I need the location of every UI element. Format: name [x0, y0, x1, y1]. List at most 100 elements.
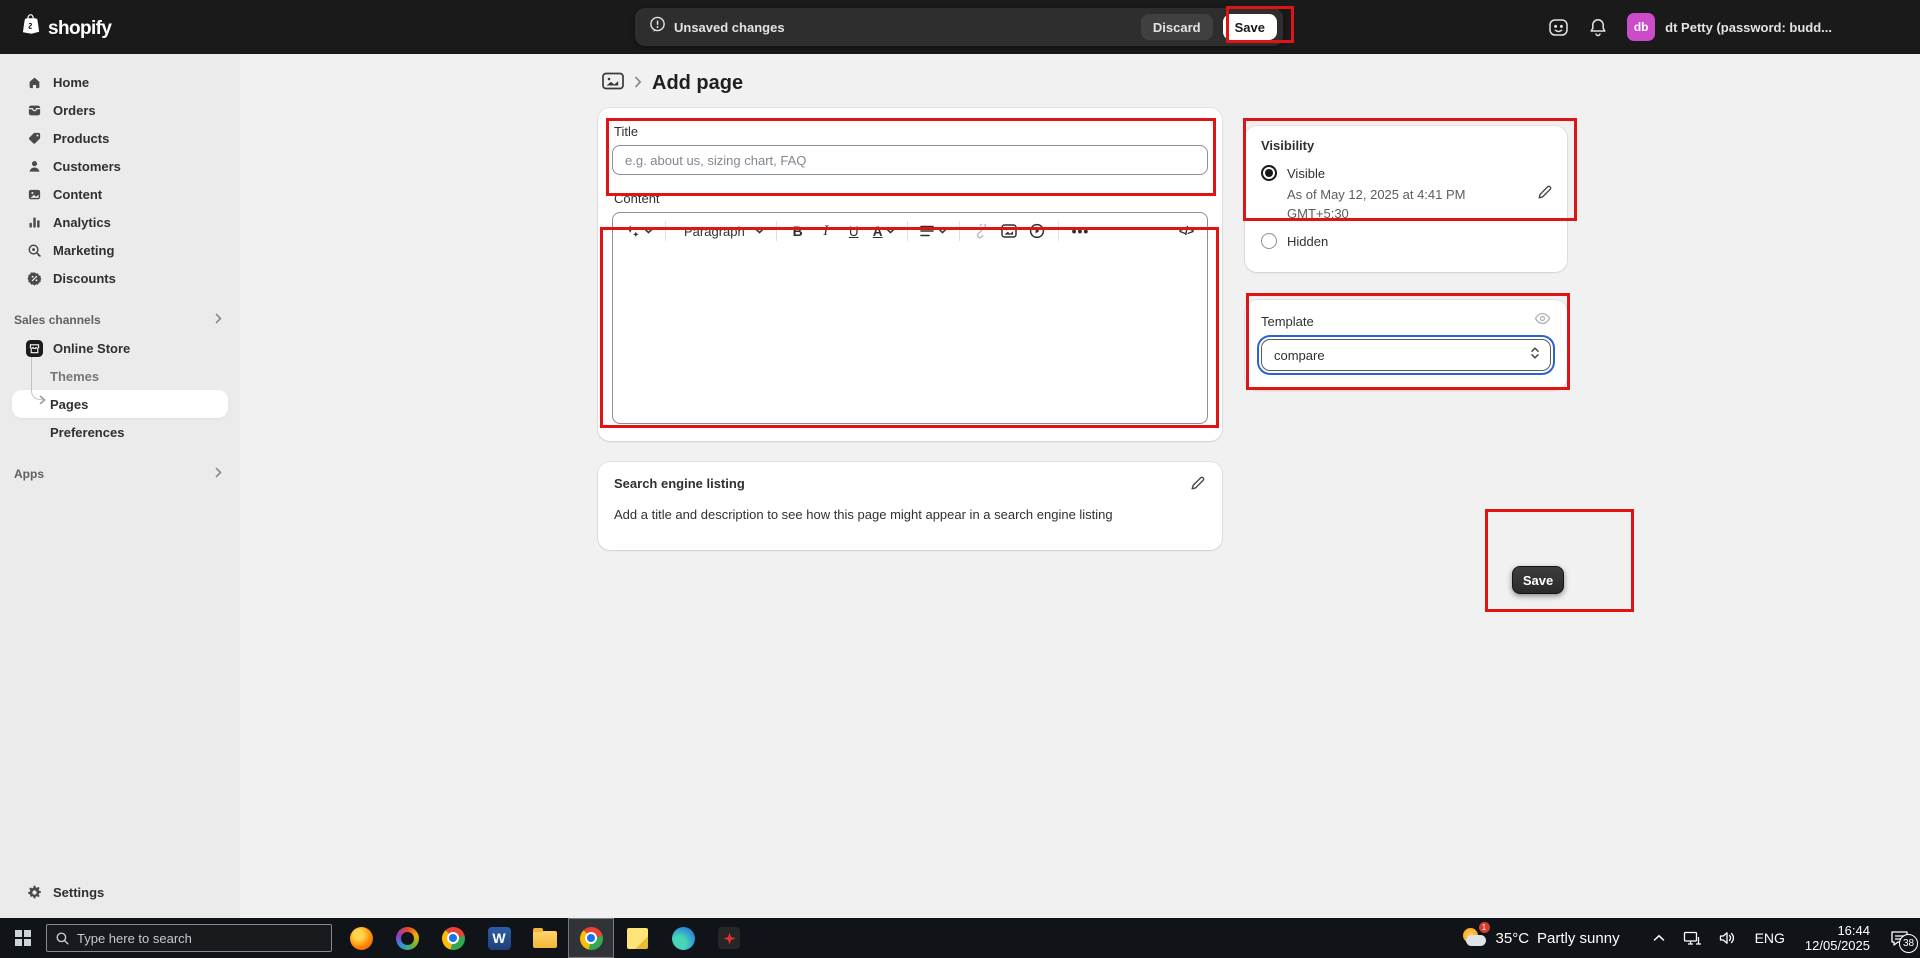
- sales-channels-header[interactable]: Sales channels: [12, 306, 228, 334]
- template-heading: Template: [1261, 314, 1534, 329]
- shopify-logo[interactable]: shopify: [18, 13, 111, 44]
- toolbar-divider: [776, 221, 777, 241]
- sidebar-item-themes[interactable]: Themes: [12, 362, 228, 390]
- breadcrumb: Add page: [602, 72, 743, 95]
- network-icon[interactable]: [1683, 931, 1701, 946]
- floating-save-button[interactable]: Save: [1512, 566, 1564, 594]
- toolbar-divider: [665, 221, 666, 241]
- sidebar-item-pages[interactable]: Pages: [12, 390, 228, 418]
- language-indicator[interactable]: ENG: [1755, 930, 1785, 946]
- user-name[interactable]: dt Petty (password: budd...: [1665, 20, 1832, 35]
- chevron-down-icon: [644, 228, 653, 234]
- template-selected-value: compare: [1274, 348, 1530, 363]
- seo-description: Add a title and description to see how t…: [614, 507, 1206, 522]
- visible-radio-row[interactable]: Visible: [1261, 165, 1551, 181]
- underline-button[interactable]: U: [841, 218, 867, 244]
- bold-button[interactable]: B: [785, 218, 811, 244]
- schedule-date: As of May 12, 2025 at 4:41 PM: [1287, 185, 1497, 204]
- avatar[interactable]: db: [1627, 13, 1655, 41]
- sidebar-item-label: Themes: [50, 369, 99, 384]
- taskbar-search[interactable]: Type here to search: [46, 924, 332, 952]
- firefox-icon[interactable]: [338, 918, 384, 958]
- link-icon: [974, 224, 989, 239]
- sidebar-item-content[interactable]: Content: [12, 180, 228, 208]
- title-input[interactable]: [612, 145, 1208, 175]
- topbar: shopify Unsaved changes Discard Save db …: [0, 0, 1920, 54]
- taskbar-weather[interactable]: 1 35°C Partly sunny: [1462, 926, 1620, 950]
- weather-desc: Partly sunny: [1537, 930, 1620, 947]
- chrome-icon[interactable]: [430, 918, 476, 958]
- start-button[interactable]: [0, 918, 46, 958]
- edge-icon[interactable]: [660, 918, 706, 958]
- text-color-button[interactable]: A: [869, 218, 900, 244]
- orders-icon: [26, 103, 43, 118]
- chrome-active-icon[interactable]: [568, 918, 614, 958]
- italic-button[interactable]: I: [813, 218, 839, 244]
- radio-selected-icon[interactable]: [1261, 165, 1277, 181]
- taskbar-clock[interactable]: 16:44 12/05/2025: [1805, 923, 1870, 953]
- weather-temp: 35°C: [1496, 930, 1530, 947]
- clock-time: 16:44: [1805, 923, 1870, 938]
- taskbar-apps: W: [338, 918, 752, 958]
- sales-channels-label: Sales channels: [14, 313, 101, 327]
- notification-bell-icon[interactable]: [1589, 18, 1607, 37]
- insert-video-button[interactable]: [1024, 218, 1050, 244]
- file-explorer-icon[interactable]: [522, 918, 568, 958]
- sidebar-item-label: Pages: [50, 397, 88, 412]
- page-details-card: Title Content Paragraph B I U A: [598, 108, 1222, 441]
- chevron-down-icon: [886, 228, 895, 234]
- link-button[interactable]: [968, 218, 994, 244]
- sidebar-item-settings[interactable]: Settings: [12, 878, 228, 906]
- alert-icon: [649, 16, 666, 38]
- person-icon: [26, 159, 43, 174]
- shopify-admin-screenshot: shopify Unsaved changes Discard Save db …: [0, 0, 1920, 958]
- discard-button[interactable]: Discard: [1141, 14, 1213, 40]
- editor-toolbar: Paragraph B I U A: [613, 213, 1207, 249]
- paragraph-style-button[interactable]: Paragraph: [674, 218, 768, 244]
- red-app-icon[interactable]: [706, 918, 752, 958]
- sidekick-icon[interactable]: [1548, 17, 1569, 38]
- action-center-icon[interactable]: 38: [1884, 923, 1914, 953]
- editor-text-area[interactable]: [613, 249, 1207, 423]
- sidebar-item-analytics[interactable]: Analytics: [12, 208, 228, 236]
- visibility-heading: Visibility: [1261, 138, 1551, 153]
- search-engine-listing-card: Search engine listing Add a title and de…: [598, 462, 1222, 550]
- template-select[interactable]: compare: [1261, 339, 1551, 371]
- sidebar-item-marketing[interactable]: Marketing: [12, 236, 228, 264]
- alignment-button[interactable]: [916, 218, 951, 244]
- edit-pencil-icon[interactable]: [1190, 475, 1206, 496]
- edit-visibility-pencil-icon[interactable]: [1537, 184, 1553, 205]
- sidebar-item-discounts[interactable]: Discounts: [12, 264, 228, 292]
- sidebar-item-preferences[interactable]: Preferences: [12, 418, 228, 446]
- chevron-right-icon: [634, 75, 642, 93]
- chevron-up-icon[interactable]: [1653, 934, 1665, 942]
- colorful-app-icon[interactable]: [384, 918, 430, 958]
- sidebar-item-online-store[interactable]: Online Store: [12, 334, 228, 362]
- sidebar-item-orders[interactable]: Orders: [12, 96, 228, 124]
- visibility-card: Visibility Visible As of May 12, 2025 at…: [1245, 126, 1567, 272]
- sticky-notes-icon[interactable]: [614, 918, 660, 958]
- sidebar-item-products[interactable]: Products: [12, 124, 228, 152]
- chevron-down-icon: [938, 228, 947, 234]
- system-tray: 1 35°C Partly sunny ENG 16:44 12/05/2025: [1462, 923, 1920, 953]
- speaker-icon[interactable]: [1719, 931, 1736, 945]
- insert-image-button[interactable]: [996, 218, 1022, 244]
- discount-badge-icon: [26, 271, 43, 286]
- template-card: Template compare: [1245, 300, 1567, 390]
- search-placeholder: Type here to search: [77, 931, 192, 946]
- sidebar-item-home[interactable]: Home: [12, 68, 228, 96]
- gear-icon: [26, 885, 43, 900]
- save-button[interactable]: Save: [1223, 14, 1277, 40]
- radio-unselected-icon[interactable]: [1261, 233, 1277, 249]
- word-icon[interactable]: W: [476, 918, 522, 958]
- magic-ai-button[interactable]: [621, 218, 657, 244]
- hidden-label: Hidden: [1287, 234, 1328, 249]
- code-view-button[interactable]: </>: [1173, 218, 1199, 244]
- sidebar-item-label: Online Store: [53, 341, 130, 356]
- apps-header[interactable]: Apps: [12, 460, 228, 488]
- more-options-button[interactable]: •••: [1067, 218, 1093, 244]
- paragraph-label: Paragraph: [678, 224, 751, 239]
- sidebar-item-customers[interactable]: Customers: [12, 152, 228, 180]
- pages-breadcrumb-icon[interactable]: [602, 72, 624, 95]
- hidden-radio-row[interactable]: Hidden: [1261, 233, 1551, 249]
